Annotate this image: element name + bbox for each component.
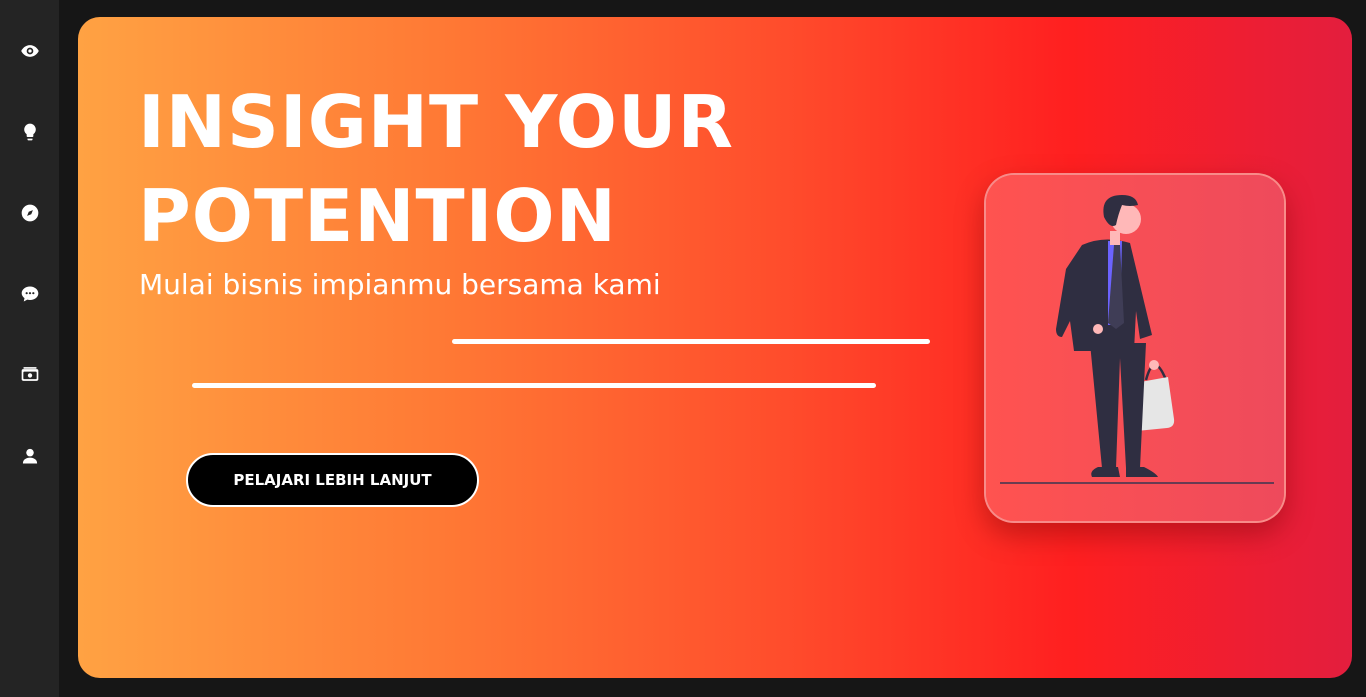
sidebar-item-ideas[interactable] xyxy=(19,121,40,142)
money-icon xyxy=(20,365,40,385)
sidebar-item-finance[interactable] xyxy=(19,364,40,385)
sidebar xyxy=(0,0,59,697)
learn-more-button[interactable]: PELAJARI LEBIH LANJUT xyxy=(186,453,479,507)
hero-headline: INSIGHT YOUR POTENTION xyxy=(138,75,734,263)
eye-icon xyxy=(20,41,40,61)
sidebar-item-eye[interactable] xyxy=(19,40,40,61)
decorative-line xyxy=(452,339,930,344)
sidebar-item-explore[interactable] xyxy=(19,202,40,223)
decorative-line xyxy=(192,383,876,388)
businessman-illustration xyxy=(986,175,1284,521)
lightbulb-icon xyxy=(20,122,40,142)
headline-line-2: POTENTION xyxy=(138,174,617,258)
headline-line-1: INSIGHT YOUR xyxy=(138,80,734,164)
hero-subtitle: Mulai bisnis impianmu bersama kami xyxy=(139,268,661,301)
hero-banner: INSIGHT YOUR POTENTION Mulai bisnis impi… xyxy=(78,17,1352,678)
compass-icon xyxy=(20,203,40,223)
chat-icon xyxy=(20,284,40,304)
sidebar-item-profile[interactable] xyxy=(19,445,40,466)
user-icon xyxy=(20,446,40,466)
illustration-card xyxy=(984,173,1286,523)
sidebar-item-chat[interactable] xyxy=(19,283,40,304)
